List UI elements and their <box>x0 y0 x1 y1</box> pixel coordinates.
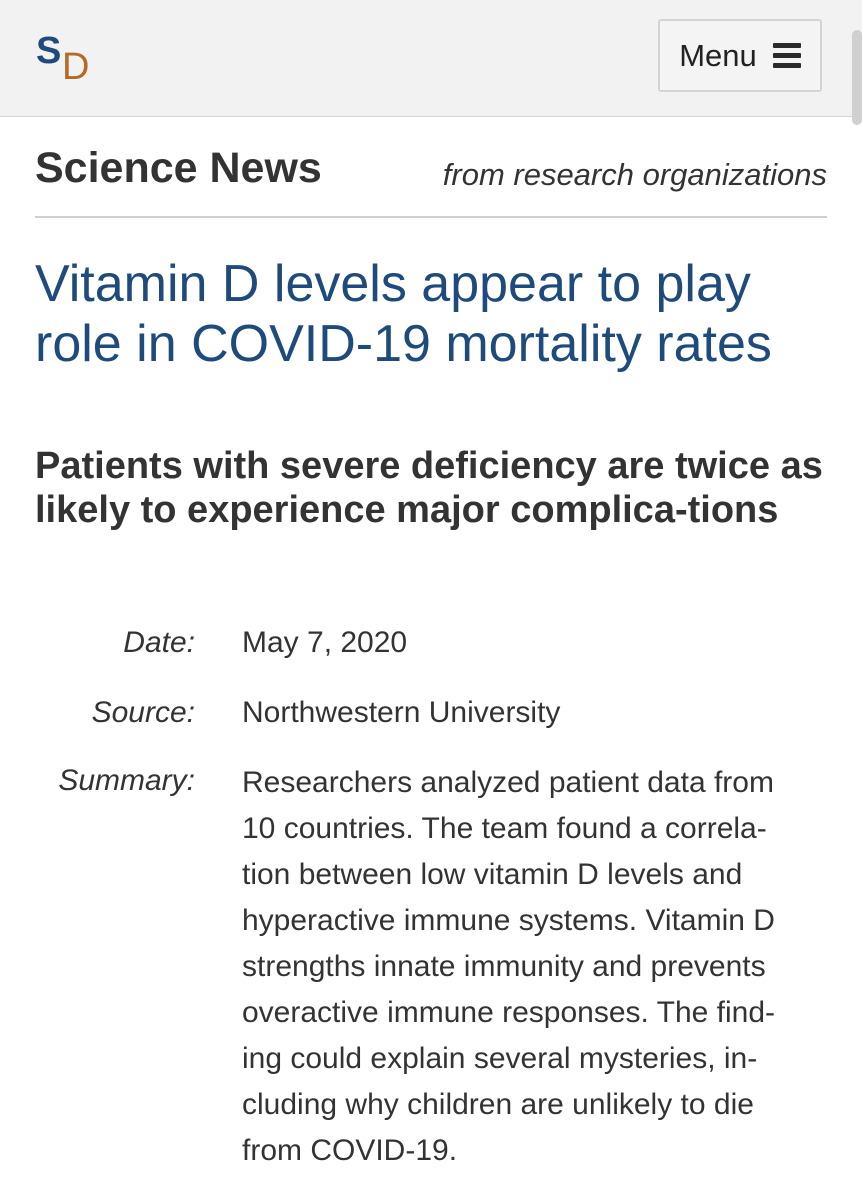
summary-text: Researchers analyzed patient data from 1… <box>242 760 832 1174</box>
article-headline: Vitamin D levels appear to play role in … <box>35 255 772 373</box>
top-bar: S D Menu <box>0 0 862 117</box>
summary-line: tion between low vitamin D levels and <box>242 858 743 891</box>
logo-letter-d: D <box>62 46 90 88</box>
source-label: Source: <box>91 696 195 729</box>
summary-line: strengths innate immunity and prevents <box>242 950 766 983</box>
summary-line: from COVID-19. <box>242 1134 458 1167</box>
date-label: Date: <box>123 626 195 659</box>
scrollbar[interactable] <box>852 30 862 125</box>
summary-line: hyperactive immune systems. Vitamin D <box>242 904 775 937</box>
summary-line: 10 countries. The team found a correla- <box>242 812 767 845</box>
summary-line: Researchers analyzed patient data from <box>242 766 774 799</box>
section-header: Science News from research organizations <box>35 140 827 218</box>
article-subheadline: Patients with severe deficiency are twic… <box>35 445 823 531</box>
summary-line: ing could explain several mysteries, in- <box>242 1042 758 1075</box>
menu-button[interactable]: Menu <box>658 19 822 92</box>
summary-line: overactive immune responses. The find- <box>242 996 776 1029</box>
section-tagline: from research organizations <box>442 157 827 192</box>
source-value: Northwestern University <box>242 696 561 729</box>
site-logo[interactable]: S D <box>36 30 106 90</box>
date-value: May 7, 2020 <box>242 626 408 659</box>
section-title[interactable]: Science News <box>35 144 322 193</box>
menu-button-label: Menu <box>679 37 757 73</box>
summary-line: cluding why children are unlikely to die <box>242 1088 754 1121</box>
hamburger-icon <box>772 43 801 68</box>
logo-letter-s: S <box>36 30 62 72</box>
summary-label: Summary: <box>58 764 195 797</box>
